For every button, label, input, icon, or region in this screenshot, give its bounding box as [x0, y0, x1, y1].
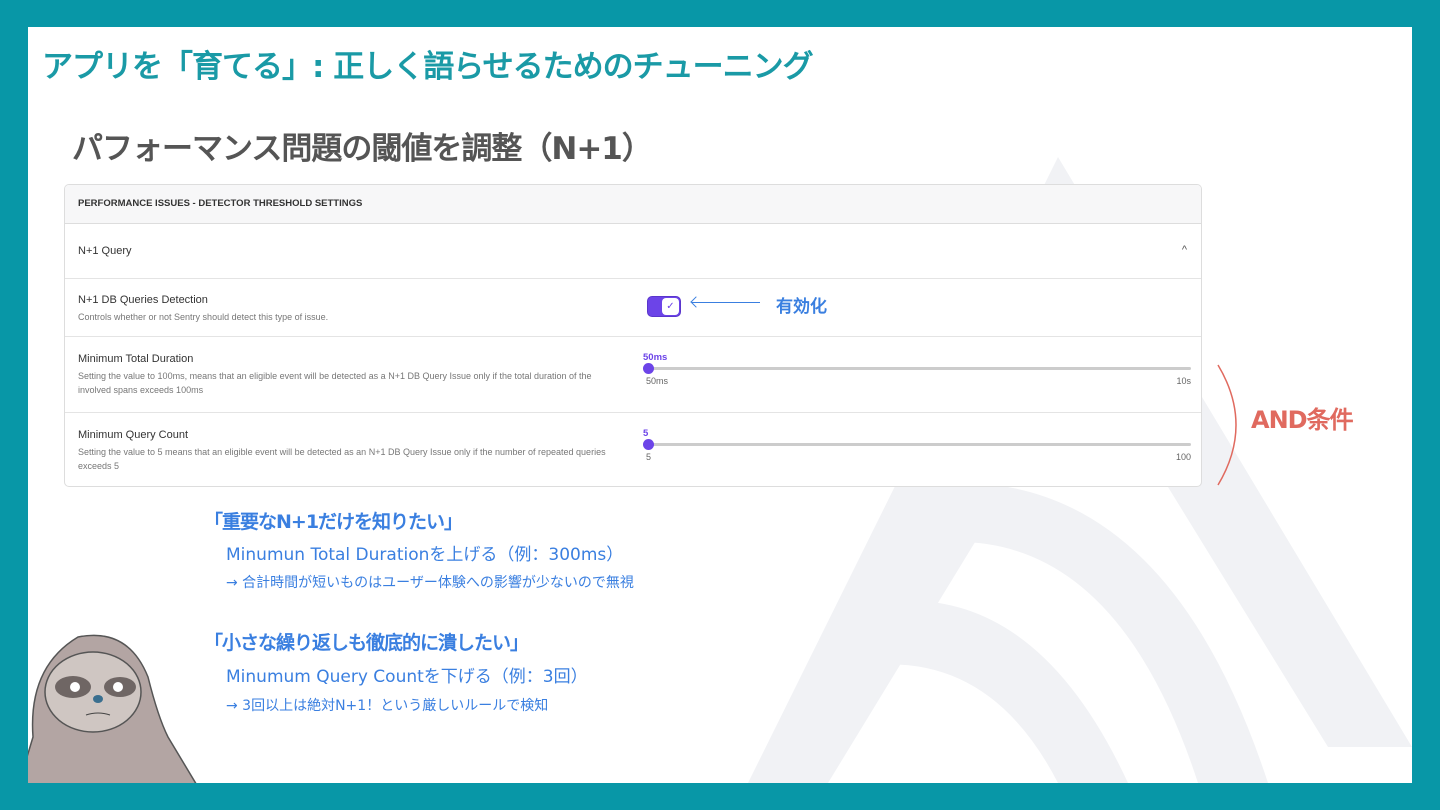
slide-subtitle: パフォーマンス問題の閾値を調整（N+1） — [72, 131, 653, 167]
enable-annotation: 有効化 — [776, 297, 827, 317]
count-value: 5 — [643, 428, 649, 439]
count-row: Minimum Query Count Setting the value to… — [65, 413, 1201, 486]
slider-min: 50ms — [646, 376, 669, 386]
count-desc: Setting the value to 5 means that an eli… — [78, 447, 606, 471]
note-line: Minumum Query Countを下げる（例：3回） — [226, 667, 588, 687]
slider-track[interactable] — [643, 439, 1191, 450]
threshold-settings-panel: PERFORMANCE ISSUES - DETECTOR THRESHOLD … — [64, 184, 1202, 487]
count-slider[interactable]: 5 5 100 — [643, 428, 1191, 462]
slider-thumb[interactable] — [643, 439, 654, 450]
panel-header: PERFORMANCE ISSUES - DETECTOR THRESHOLD … — [65, 185, 1201, 224]
slider-thumb[interactable] — [643, 363, 654, 374]
slider-min: 5 — [646, 452, 652, 462]
n1-query-section[interactable]: N+1 Query ^ — [65, 224, 1201, 279]
sloth-mascot-icon — [28, 634, 197, 783]
slider-track[interactable] — [643, 363, 1191, 374]
note-heading: 「重要なN+1だけを知りたい」 — [204, 511, 463, 533]
detection-desc: Controls whether or not Sentry should de… — [78, 312, 329, 322]
duration-value: 50ms — [643, 352, 668, 363]
detection-toggle[interactable]: ✓ — [647, 296, 681, 317]
note-heading: 「小さな繰り返しも徹底的に潰したい」 — [204, 632, 529, 654]
slide-title: アプリを「育てる」: 正しく語らせるためのチューニング — [42, 49, 814, 85]
detection-row: N+1 DB Queries Detection Controls whethe… — [65, 279, 1201, 337]
slide: アプリを「育てる」: 正しく語らせるためのチューニング パフォーマンス問題の閾値… — [28, 27, 1412, 783]
note-line: Minumun Total Durationを上げる（例：300ms） — [226, 545, 624, 565]
section-title: N+1 Query — [78, 245, 132, 257]
detection-label: N+1 DB Queries Detection — [78, 294, 208, 306]
duration-row: Minimum Total Duration Setting the value… — [65, 337, 1201, 413]
duration-desc: Setting the value to 100ms, means that a… — [78, 371, 592, 395]
check-icon: ✓ — [662, 298, 679, 315]
duration-slider[interactable]: 50ms 50ms 10s — [643, 352, 1191, 386]
chevron-up-icon[interactable]: ^ — [1182, 244, 1187, 256]
and-annotation: AND条件 — [1251, 406, 1354, 434]
note-sub: → 合計時間が短いものはユーザー体験への影響が少ないので無視 — [226, 575, 634, 591]
slider-max: 100 — [1175, 452, 1191, 462]
bracket-icon — [1217, 364, 1237, 486]
arrow-left-icon — [692, 302, 760, 303]
note-sub: → 3回以上は絶対N+1！という厳しいルールで検知 — [226, 698, 549, 714]
slider-max: 10s — [1176, 376, 1191, 386]
